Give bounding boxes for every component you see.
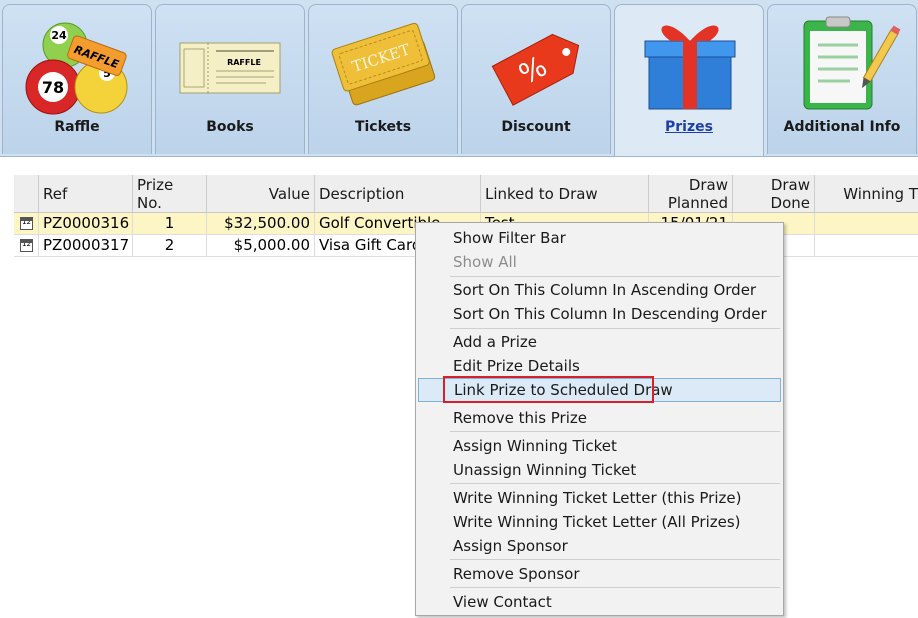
menu-item-edit-prize-details[interactable]: Edit Prize Details xyxy=(418,354,781,378)
tab-bar: 24 78 5 RAFFLE Raffle RAFFLE Books TICKE… xyxy=(0,0,918,157)
header-line: Planned xyxy=(667,193,728,212)
row-indicator: 12 xyxy=(14,213,39,235)
ball-number: 78 xyxy=(42,78,64,97)
calendar-icon: 12 xyxy=(20,217,33,230)
discount-tag-icon: % xyxy=(491,33,580,106)
menu-separator xyxy=(450,431,780,432)
menu-item-sort-ascending[interactable]: Sort On This Column In Ascending Order xyxy=(418,278,781,302)
tab-label: Discount xyxy=(501,119,571,135)
tab-discount[interactable]: % Discount xyxy=(461,4,611,154)
row-indicator: 12 xyxy=(14,235,39,257)
row-indicator-header xyxy=(14,175,39,212)
tab-raffle[interactable]: 24 78 5 RAFFLE Raffle xyxy=(2,4,152,154)
calendar-day: 12 xyxy=(22,218,31,226)
header-line: Draw xyxy=(688,175,728,194)
menu-item-letter-this-prize[interactable]: Write Winning Ticket Letter (this Prize) xyxy=(418,486,781,510)
column-header-prize-no[interactable]: Prize No. xyxy=(133,175,207,212)
tab-label: Raffle xyxy=(54,119,100,135)
cell-ref[interactable]: PZ0000316 xyxy=(39,213,133,235)
tab-label: Tickets xyxy=(354,119,412,135)
cell-value[interactable]: $32,500.00 xyxy=(207,213,315,235)
books-icon: RAFFLE xyxy=(179,42,281,94)
cell-ref[interactable]: PZ0000317 xyxy=(39,235,133,257)
column-header-value[interactable]: Value xyxy=(207,175,315,212)
book-title: RAFFLE xyxy=(227,58,261,67)
clipboard-icon xyxy=(803,16,901,110)
cell-winning-ticket[interactable] xyxy=(815,235,918,257)
cell-value[interactable]: $5,000.00 xyxy=(207,235,315,257)
menu-separator xyxy=(450,587,780,588)
menu-item-letter-all-prizes[interactable]: Write Winning Ticket Letter (All Prizes) xyxy=(418,510,781,534)
menu-separator xyxy=(450,483,780,484)
column-header-draw-planned[interactable]: Draw Planned xyxy=(649,175,733,212)
column-header-winning-ticket[interactable]: Winning T xyxy=(815,175,918,212)
raffle-balls-icon: 24 78 5 RAFFLE xyxy=(25,22,128,115)
tab-prizes[interactable]: Prizes xyxy=(614,4,764,156)
tab-books[interactable]: RAFFLE Books xyxy=(155,4,305,154)
header-line: Draw xyxy=(770,175,810,194)
menu-item-add-prize[interactable]: Add a Prize xyxy=(418,330,781,354)
menu-separator xyxy=(450,276,780,277)
menu-item-show-all: Show All xyxy=(453,253,517,271)
cell-prize-no[interactable]: 1 xyxy=(133,213,207,235)
cell-winning-ticket[interactable] xyxy=(815,213,918,235)
tab-additional-info[interactable]: Additional Info xyxy=(767,4,917,154)
menu-item-remove-sponsor[interactable]: Remove Sponsor xyxy=(418,562,781,586)
ball-number: 24 xyxy=(51,29,67,42)
toolbar-strip xyxy=(0,157,918,175)
calendar-day: 12 xyxy=(22,240,31,248)
menu-item-show-filter-bar[interactable]: Show Filter Bar xyxy=(418,226,781,250)
tab-tickets[interactable]: TICKET Tickets xyxy=(308,4,458,154)
menu-item-view-contact[interactable]: View Contact xyxy=(418,590,781,614)
column-header-linked-to-draw[interactable]: Linked to Draw xyxy=(481,175,649,212)
tab-label: Prizes xyxy=(665,119,713,135)
menu-item-assign-sponsor[interactable]: Assign Sponsor xyxy=(418,534,781,558)
cell-prize-no[interactable]: 2 xyxy=(133,235,207,257)
menu-item-assign-winning-ticket[interactable]: Assign Winning Ticket xyxy=(418,434,781,458)
column-header-description[interactable]: Description xyxy=(315,175,481,212)
header-line: Done xyxy=(770,193,810,212)
menu-separator xyxy=(450,559,780,560)
calendar-icon: 12 xyxy=(20,239,33,252)
menu-item-sort-descending[interactable]: Sort On This Column In Descending Order xyxy=(418,302,781,326)
tab-label: Additional Info xyxy=(783,119,901,135)
gift-box-icon xyxy=(644,25,736,110)
grid-header: Ref Prize No. Value Description Linked t… xyxy=(14,175,918,213)
context-menu: Show Filter Bar Show All Sort On This Co… xyxy=(415,222,784,616)
menu-separator xyxy=(450,328,780,329)
column-header-ref[interactable]: Ref xyxy=(39,175,133,212)
highlight-annotation-box xyxy=(443,376,654,403)
menu-item-remove-prize[interactable]: Remove this Prize xyxy=(418,406,781,430)
tickets-icon: TICKET xyxy=(331,22,436,106)
tab-label: Books xyxy=(206,119,254,135)
menu-item-unassign-winning-ticket[interactable]: Unassign Winning Ticket xyxy=(418,458,781,482)
column-header-draw-done[interactable]: Draw Done xyxy=(733,175,815,212)
